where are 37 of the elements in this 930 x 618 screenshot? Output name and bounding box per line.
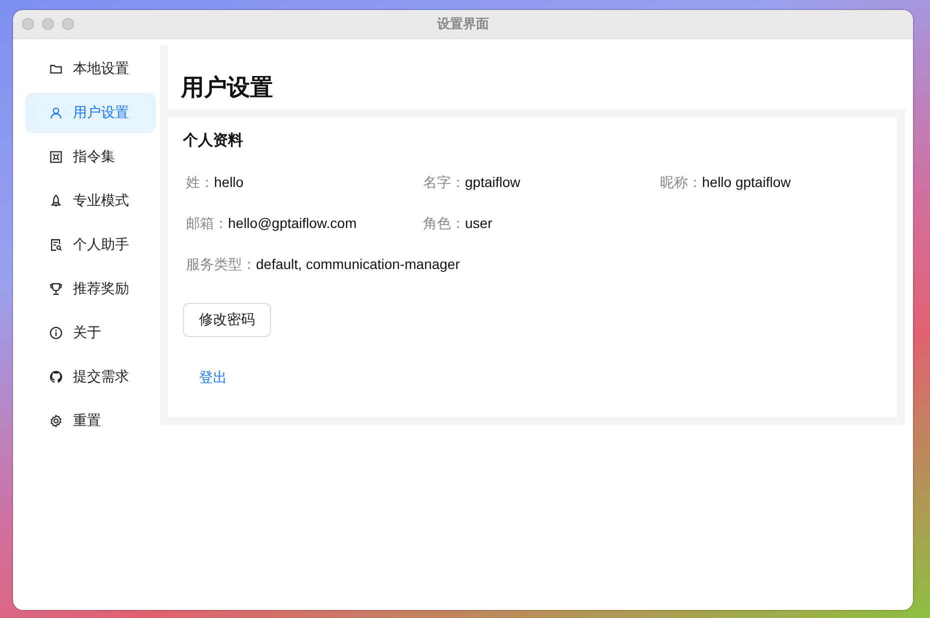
folder-icon xyxy=(49,62,63,76)
minimize-button[interactable] xyxy=(42,18,54,30)
cat-logo-icon xyxy=(49,370,63,384)
field-label: 姓： xyxy=(186,174,214,191)
field-label: 服务类型： xyxy=(186,256,256,273)
logout-link[interactable]: 登出 xyxy=(199,369,227,387)
sidebar-item[interactable]: 推荐奖励 xyxy=(25,269,156,309)
sidebar-item[interactable]: 专业模式 xyxy=(25,181,156,221)
info-icon xyxy=(49,326,63,340)
window-title: 设置界面 xyxy=(437,16,489,31)
page-title: 用户设置 xyxy=(181,74,273,100)
section-title: 个人资料 xyxy=(183,132,243,149)
zoom-button[interactable] xyxy=(62,18,74,30)
field-label: 名字： xyxy=(423,174,465,191)
field-value: gptaiflow xyxy=(465,174,520,191)
trophy-icon xyxy=(49,282,63,296)
field-label: 昵称： xyxy=(660,174,702,191)
command-icon xyxy=(49,150,63,164)
field-label: 角色： xyxy=(423,215,465,232)
field-value: default, communication-manager xyxy=(256,256,460,273)
sidebar-item[interactable]: 本地设置 xyxy=(25,49,156,89)
sidebar-item[interactable]: 重置 xyxy=(25,401,156,441)
document-search-icon xyxy=(49,238,63,252)
sidebar-item[interactable]: 提交需求 xyxy=(25,357,156,397)
change-password-button[interactable]: 修改密码 xyxy=(183,303,271,337)
field-value: hello gptaiflow xyxy=(702,174,791,191)
field-value: user xyxy=(465,215,492,232)
sidebar-item[interactable]: 指令集 xyxy=(25,137,156,177)
settings-icon xyxy=(49,414,63,428)
sidebar-item[interactable]: 用户设置 xyxy=(25,93,156,133)
field-value: hello xyxy=(214,174,244,191)
field-value: hello@gptaiflow.com xyxy=(228,215,357,232)
user-icon xyxy=(49,106,63,120)
close-button[interactable] xyxy=(22,18,34,30)
sidebar-item[interactable]: 关于 xyxy=(25,313,156,353)
field-label: 邮箱： xyxy=(186,215,228,232)
sidebar-item[interactable]: 个人助手 xyxy=(25,225,156,265)
